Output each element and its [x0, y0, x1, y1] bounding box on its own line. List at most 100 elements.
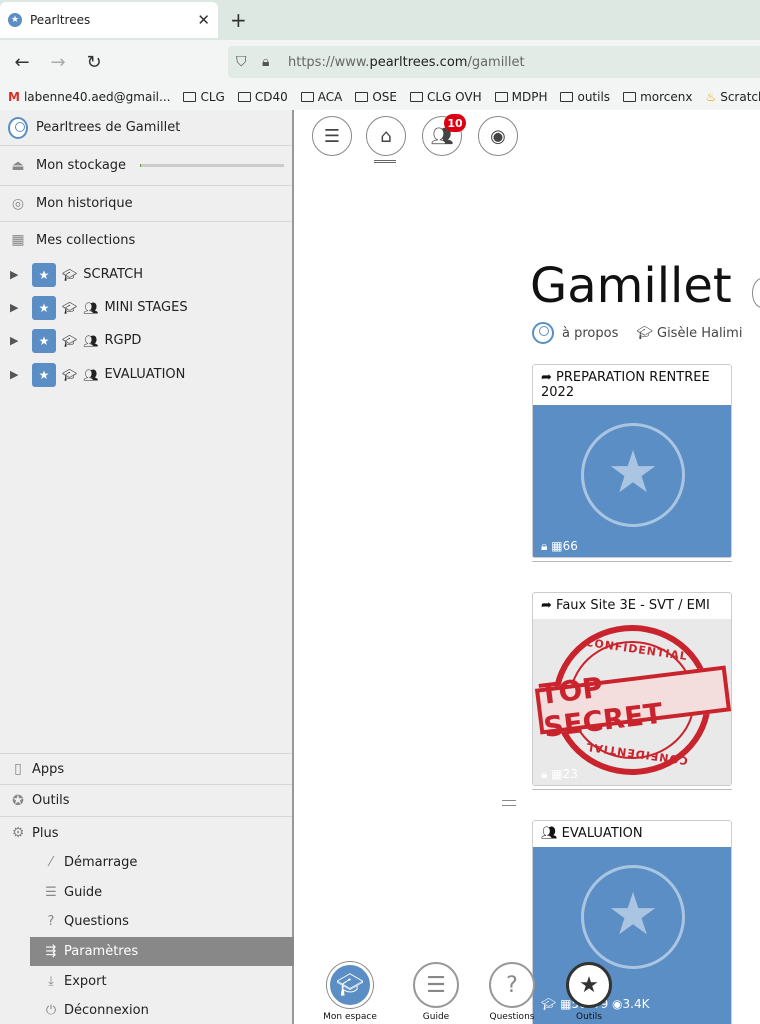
bookmark-folder[interactable]: ACA: [300, 90, 342, 104]
drag-handle-icon[interactable]: [502, 800, 516, 806]
bookmark-folder[interactable]: morcenx: [623, 90, 692, 104]
sidebar-item-tools[interactable]: ✪ Outils: [0, 785, 292, 817]
pearltree-star-icon: ★: [32, 295, 56, 320]
star-placeholder-icon: ★: [581, 865, 685, 969]
sidebar-subitem-guide[interactable]: ☰ Guide: [30, 878, 294, 907]
collections-grid-icon: ▦: [11, 232, 25, 248]
url-text[interactable]: https://www.pearltrees.com/gamillet: [288, 55, 525, 70]
pearltrees-favicon-icon: ★: [8, 13, 22, 27]
expand-arrow-icon[interactable]: ▶: [10, 334, 24, 347]
sidebar: Pearltrees de Gamillet ⏏ Mon stockage ◎ …: [0, 110, 294, 1024]
sidebar-subitem-export[interactable]: ⤓ Export: [30, 967, 294, 996]
guide-icon: ☰: [45, 885, 57, 900]
back-icon[interactable]: ←: [4, 52, 40, 73]
expand-arrow-icon[interactable]: ▶: [10, 301, 24, 314]
sidebar-subitem-questions[interactable]: ? Questions: [30, 907, 294, 936]
bookmark-folder[interactable]: CLG OVH: [409, 90, 482, 104]
history-icon: ◎: [11, 195, 25, 212]
broadcast-icon: ◉: [490, 125, 506, 147]
reload-icon[interactable]: ↻: [76, 52, 112, 73]
storage-progress-bar: [140, 164, 285, 167]
author-avatar[interactable]: [532, 322, 554, 344]
export-icon: ⤓: [48, 974, 54, 989]
pearltree-star-icon: ★: [32, 362, 56, 387]
collection-item-scratch[interactable]: ▶ ★ 🎓︎ SCRATCH: [0, 258, 292, 291]
active-indicator: [374, 160, 396, 163]
folder-icon: [237, 92, 251, 102]
team-icon: 👥︎: [541, 826, 558, 841]
folder-icon: [560, 92, 574, 102]
start-icon: ⁄: [49, 855, 53, 870]
lock-icon: 🔒︎: [541, 539, 548, 553]
title-action-icon[interactable]: [752, 278, 760, 308]
card-stats: 🔒︎ ▦66: [541, 539, 578, 553]
graduation-cap-icon: 🎓︎: [62, 367, 78, 382]
sidebar-subitem-start[interactable]: ⁄ Démarrage: [30, 848, 294, 877]
star-placeholder-icon: ★: [581, 423, 685, 527]
notification-badge: 10: [444, 114, 466, 132]
lock-icon[interactable]: 🔒︎: [262, 54, 288, 70]
about-link[interactable]: à propos: [562, 326, 618, 341]
author-link[interactable]: Gisèle Halimi: [657, 326, 742, 341]
gmail-icon: M: [8, 90, 20, 104]
bookmark-folder[interactable]: OSE: [355, 90, 397, 104]
settings-icon: ⇶: [45, 944, 57, 959]
sidebar-item-history[interactable]: ◎ Mon historique: [0, 186, 292, 222]
guide-button[interactable]: ☰ Guide: [406, 962, 466, 1022]
browser-tab[interactable]: ★ Pearltrees ✕: [0, 2, 218, 38]
pearltree-card-faux-site[interactable]: ➦ Faux Site 3E - SVT / EMI CONFIDENTIAL …: [532, 592, 732, 786]
expand-arrow-icon[interactable]: ▶: [10, 368, 24, 381]
user-avatar: [8, 116, 28, 139]
questions-button[interactable]: ? Questions: [482, 962, 542, 1022]
sidebar-subitem-settings[interactable]: ⇶ Paramètres: [30, 937, 294, 966]
bookmarks-bar: Mlabenne40.aed@gmail... CLG CD40 ACA OSE…: [0, 84, 760, 110]
storage-progress-fill: [140, 164, 142, 167]
graduation-cap-icon: 🎓︎: [62, 300, 78, 315]
sidebar-header[interactable]: Pearltrees de Gamillet: [0, 110, 292, 146]
scratch-icon: ♨: [705, 90, 717, 104]
broadcast-button[interactable]: ◉: [478, 116, 518, 156]
stamp-main-text: TOP SECRET: [534, 665, 731, 744]
forward-icon[interactable]: →: [40, 52, 76, 73]
sidebar-item-storage[interactable]: ⏏ Mon stockage: [0, 146, 292, 186]
bookmark-scratch[interactable]: ♨Scratch: [705, 90, 760, 104]
team-icon: 👥︎: [83, 300, 99, 315]
bookmark-folder[interactable]: CLG: [183, 90, 225, 104]
lock-icon: 🔒︎: [541, 767, 548, 781]
expand-arrow-icon[interactable]: ▶: [10, 268, 24, 281]
tools-star-icon: ✪: [12, 792, 24, 809]
card-title: ➦ PREPARATION RENTREE 2022: [541, 370, 710, 400]
my-space-button[interactable]: 🎓︎ Mon espace: [320, 962, 380, 1022]
list-icon: ☰: [323, 125, 341, 147]
folder-icon: [623, 92, 637, 102]
bookmark-folder[interactable]: MDPH: [494, 90, 547, 104]
card-title: 👥︎ EVALUATION: [541, 826, 643, 841]
pearltree-card-preparation[interactable]: ➦ PREPARATION RENTREE 2022 ★ 🔒︎ ▦66: [532, 364, 732, 558]
main-area: ☰ ⌂ 👥︎ 10 ◉ Gamillet à propos 🎓︎ Gisèle …: [296, 110, 760, 1024]
bookmark-gmail[interactable]: Mlabenne40.aed@gmail...: [8, 90, 170, 104]
collection-item-mini-stages[interactable]: ▶ ★ 🎓︎ 👥︎ MINI STAGES: [0, 291, 292, 324]
card-stats: 🔒︎ ▦23: [541, 767, 578, 781]
home-button[interactable]: ⌂: [366, 116, 406, 156]
team-icon: 👥︎: [83, 333, 99, 348]
bookmark-folder[interactable]: outils: [560, 90, 610, 104]
sidebar-item-collections[interactable]: ▦ Mes collections: [0, 222, 292, 258]
folder-icon: [300, 92, 314, 102]
tools-button[interactable]: ★ Outils: [559, 962, 619, 1022]
menu-list-button[interactable]: ☰: [312, 116, 352, 156]
byline: à propos 🎓︎ Gisèle Halimi ▦: [532, 322, 760, 344]
shield-icon[interactable]: ⛉: [236, 54, 262, 70]
close-tab-icon[interactable]: ✕: [197, 11, 210, 29]
sidebar-subitem-logout[interactable]: ⏻ Déconnexion: [30, 996, 294, 1024]
sidebar-item-more[interactable]: ⚙ Plus: [0, 817, 292, 849]
card-title: ➦ Faux Site 3E - SVT / EMI: [541, 598, 710, 613]
sidebar-item-apps[interactable]: ▯ Apps: [0, 753, 292, 785]
collection-item-rgpd[interactable]: ▶ ★ 🎓︎ 👥︎ RGPD: [0, 324, 292, 357]
bookmark-folder[interactable]: CD40: [237, 90, 288, 104]
questions-icon: ?: [47, 914, 55, 929]
new-tab-button[interactable]: +: [230, 8, 247, 32]
browser-tab-bar: ★ Pearltrees ✕ +: [0, 0, 760, 40]
address-bar[interactable]: ⛉ 🔒︎ https://www.pearltrees.com/gamillet: [228, 46, 760, 78]
collection-item-evaluation[interactable]: ▶ ★ 🎓︎ 👥︎ EVALUATION: [0, 358, 292, 391]
tab-title: Pearltrees: [30, 13, 91, 27]
